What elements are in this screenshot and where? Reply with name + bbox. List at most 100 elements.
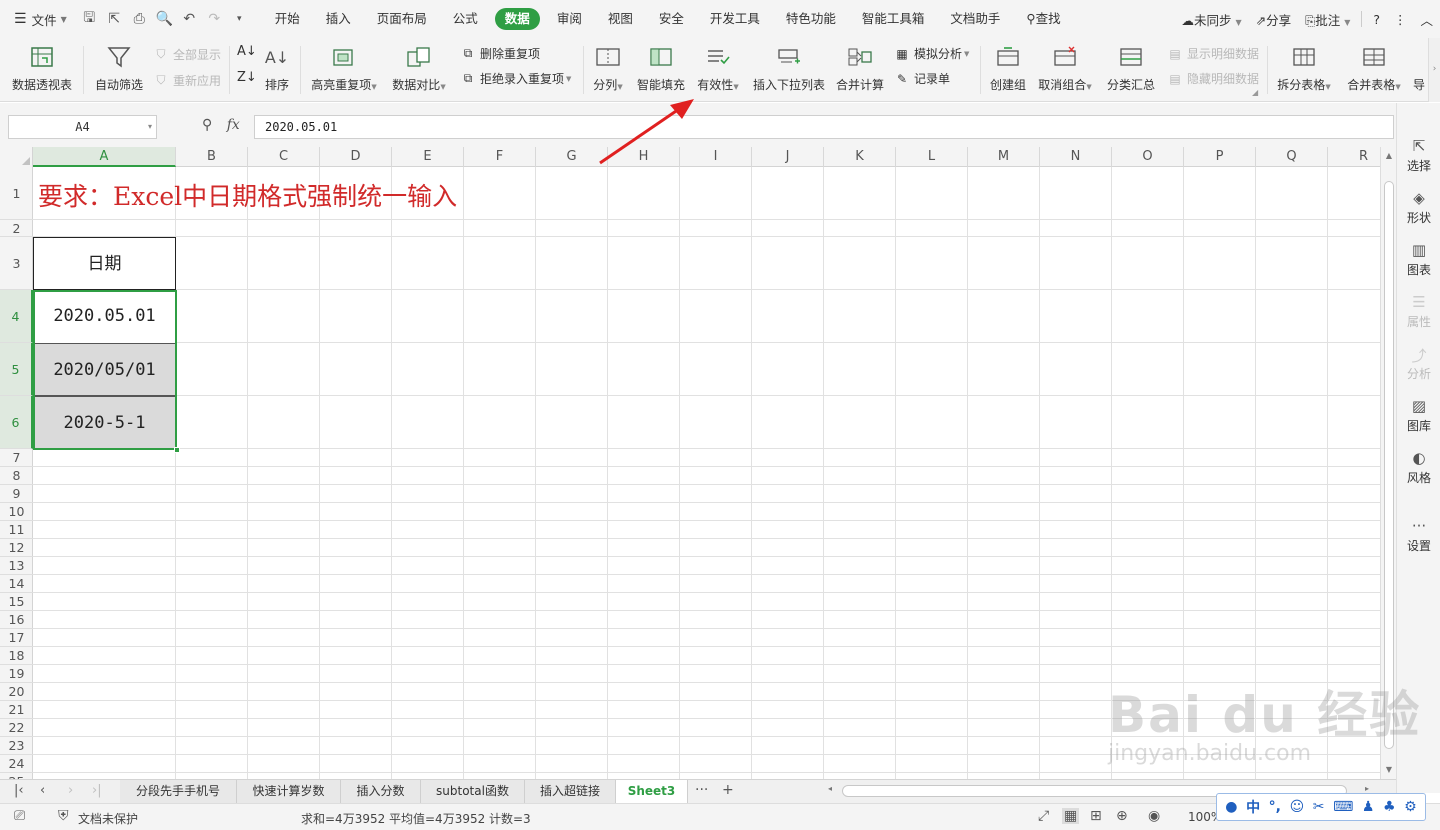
panel-shapes[interactable]: ◈ 形状 [1397,189,1440,226]
tab-smart-tools[interactable]: 智能工具箱 [849,8,938,30]
scissors-icon[interactable]: ✂ [1313,799,1325,815]
panel-analysis[interactable]: ⤴ 分析 [1397,345,1440,382]
undo-icon[interactable]: ↶ [177,11,202,27]
print-preview-icon[interactable]: 🔍 [152,11,177,27]
tab-start[interactable]: 开始 [262,8,313,30]
row-header-17[interactable]: 17 [0,629,33,647]
chevron-up-icon[interactable]: ︿ [1413,10,1440,29]
next-sheet-icon[interactable]: › [68,783,73,798]
more-ribbon-button[interactable]: 导 [1410,40,1428,93]
row-header-3[interactable]: 3 [0,237,33,290]
row-header-5[interactable]: 5 [0,343,33,396]
tab-developer[interactable]: 开发工具 [697,8,773,30]
row-header-9[interactable]: 9 [0,485,33,503]
chevron-down-icon[interactable]: ▾ [148,116,152,138]
sort-descending-button[interactable]: Z↓ [237,70,257,85]
keyboard-icon[interactable]: ⌨ [1333,799,1353,815]
tab-formula[interactable]: 公式 [440,8,491,30]
tab-review[interactable]: 审阅 [544,8,595,30]
skin-icon[interactable]: ♣ [1383,799,1396,815]
sheet-tab-active[interactable]: Sheet3 [616,780,688,803]
user-icon[interactable]: ♟ [1362,799,1375,815]
scroll-right-icon[interactable]: ▸ [1365,784,1369,793]
row-header-16[interactable]: 16 [0,611,33,629]
customize-icon[interactable]: ▾ [227,14,252,24]
row-header-4[interactable]: 4 [0,290,33,343]
row-header-8[interactable]: 8 [0,467,33,485]
title-cell[interactable]: 要求：Excel中日期格式强制统一输入 [38,177,457,213]
scroll-down-icon[interactable]: ▼ [1381,765,1397,774]
row-header-15[interactable]: 15 [0,593,33,611]
help-icon[interactable]: ? [1366,12,1387,27]
ribbon-scroll-right[interactable]: › [1428,38,1440,102]
pivot-table-button[interactable]: 数据透视表 [10,40,74,93]
ime-mode[interactable]: 中 [1246,797,1260,817]
record-form-button[interactable]: ✎ 记录单 [893,70,950,87]
scroll-left-icon[interactable]: ◂ [828,784,832,793]
more-sheets-button[interactable]: ··· [695,782,708,798]
normal-view-icon[interactable]: ▦ [1062,808,1080,824]
punctuation-icon[interactable]: °, [1269,799,1281,815]
highlight-duplicates-button[interactable]: 高亮重复项▼ [308,40,380,93]
eye-protection-icon[interactable]: ◉ [1148,808,1160,824]
column-header-q[interactable]: Q [1256,147,1328,167]
page-layout-view-icon[interactable]: ⊕ [1116,808,1128,824]
sheet-tab[interactable]: 插入分数 [341,780,421,803]
column-header-f[interactable]: F [464,147,536,167]
reject-duplicates-button[interactable]: ⧉ 拒绝录入重复项 ▼ [459,70,572,87]
column-header-b[interactable]: B [176,147,248,167]
row-header-10[interactable]: 10 [0,503,33,521]
column-header-l[interactable]: L [896,147,968,167]
row-header-6[interactable]: 6 [0,396,33,449]
create-group-button[interactable]: 创建组 [986,40,1030,93]
reapply-button[interactable]: ⛉ 重新应用 [152,72,221,89]
file-menu[interactable]: ☰ 文件 ▼ [0,0,77,38]
last-sheet-icon[interactable]: ›| [92,783,102,798]
hide-detail-button[interactable]: ▤ 隐藏明细数据 [1166,70,1259,87]
text-to-columns-button[interactable]: 分列▼ [588,40,628,93]
tab-data[interactable]: 数据 [494,8,540,30]
gear-icon[interactable]: ⚙ [1404,799,1417,815]
share-button[interactable]: ⇗分享 [1249,10,1299,29]
show-detail-button[interactable]: ▤ 显示明细数据 [1166,45,1259,62]
sheet-tab[interactable]: 分段先手手机号 [120,780,237,803]
sync-button[interactable]: ☁未同步 ▼ [1175,10,1249,29]
more-icon[interactable]: ⋮ [1387,12,1414,27]
row-header-24[interactable]: 24 [0,755,33,773]
export-icon[interactable]: ⇱ [102,11,127,27]
dialog-launcher-icon[interactable]: ◢ [1252,88,1258,97]
first-sheet-icon[interactable]: |‹ [14,783,24,798]
panel-cursor[interactable]: ⇱ 选择 [1397,137,1440,174]
sheet-tab[interactable]: 插入超链接 [525,780,616,803]
row-header-7[interactable]: 7 [0,449,33,467]
page-break-view-icon[interactable]: ⊞ [1090,808,1102,824]
select-all-corner[interactable] [0,147,33,167]
row-header-18[interactable]: 18 [0,647,33,665]
column-header-p[interactable]: P [1184,147,1256,167]
row-header-20[interactable]: 20 [0,683,33,701]
insert-dropdown-list-button[interactable]: 插入下拉列表 [750,40,828,93]
delete-duplicates-button[interactable]: ⧉ 删除重复项 [459,45,540,62]
panel-properties[interactable]: ☰ 属性 [1397,293,1440,330]
tab-page-layout[interactable]: 页面布局 [364,8,440,30]
validity-button[interactable]: 有效性▼ [694,40,742,93]
tab-insert[interactable]: 插入 [313,8,364,30]
ungroup-button[interactable]: 取消组合▼ [1036,40,1094,93]
protection-status[interactable]: 文档未保护 [78,810,138,827]
column-header-r[interactable]: R [1328,147,1380,167]
column-header-o[interactable]: O [1112,147,1184,167]
sheet-tab[interactable]: subtotal函数 [421,780,525,803]
show-all-button[interactable]: ⛉ 全部显示 [152,46,221,63]
sheet-tab[interactable]: 快速计算岁数 [237,780,341,803]
formula-input[interactable]: 2020.05.01 [254,115,1394,139]
column-header-c[interactable]: C [248,147,320,167]
column-header-d[interactable]: D [320,147,392,167]
what-if-analysis-button[interactable]: ▦ 模拟分析 ▼ [893,45,969,62]
row-header-23[interactable]: 23 [0,737,33,755]
panel-image-library[interactable]: ▨ 图库 [1397,397,1440,434]
consolidate-button[interactable]: 合并计算 [834,40,886,93]
zoom-icon[interactable]: ⚲ [202,117,212,133]
row-header-19[interactable]: 19 [0,665,33,683]
ime-logo-icon[interactable]: ● [1225,799,1237,815]
search-button[interactable]: ⚲查找 [1013,8,1073,30]
